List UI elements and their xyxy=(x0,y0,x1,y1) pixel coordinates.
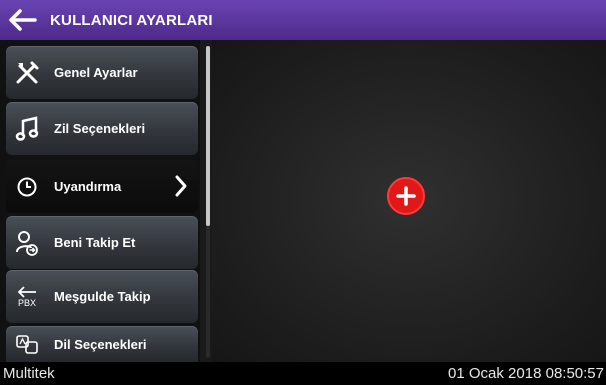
page-title: KULLANICI AYARLARI xyxy=(50,11,213,29)
menu-item-label: Zil Seçenekleri xyxy=(54,121,146,136)
status-bar: Multitek 01 Ocak 2018 08:50:57 xyxy=(0,362,606,385)
settings-menu: Genel Ayarlar Zil Seçenekleri Uyandırma xyxy=(0,40,200,362)
menu-item-label: Meşgulde Takip xyxy=(54,289,151,304)
arrow-left-icon xyxy=(9,9,37,31)
menu-item-busy-forward[interactable]: PBX Meşgulde Takip xyxy=(6,270,198,323)
chevron-right-icon xyxy=(175,175,187,197)
scrollbar-thumb[interactable] xyxy=(206,46,210,226)
brand-label: Multitek xyxy=(3,365,55,382)
menu-item-general-settings[interactable]: Genel Ayarlar xyxy=(6,46,198,99)
pbx-arrow-icon: PBX xyxy=(10,280,44,314)
wake-up-panel xyxy=(212,40,606,362)
user-forward-icon xyxy=(10,226,44,260)
pbx-text: PBX xyxy=(17,297,36,308)
back-button[interactable] xyxy=(0,0,44,40)
menu-item-label: Dil Seçenekleri xyxy=(54,336,147,352)
clock-icon xyxy=(10,170,44,204)
language-icon xyxy=(10,327,44,361)
menu-item-label: Beni Takip Et xyxy=(54,235,136,250)
menu-item-label: Genel Ayarlar xyxy=(54,65,138,80)
music-note-icon xyxy=(10,112,44,146)
menu-item-language-options[interactable]: Dil Seçenekleri xyxy=(6,326,198,362)
menu-item-label: Uyandırma xyxy=(54,179,122,194)
plus-icon xyxy=(396,186,416,206)
menu-item-wake-up[interactable]: Uyandırma xyxy=(6,160,198,213)
header-bar: KULLANICI AYARLARI xyxy=(0,0,606,40)
menu-item-ring-options[interactable]: Zil Seçenekleri xyxy=(6,102,198,155)
menu-scrollbar[interactable] xyxy=(206,46,210,358)
menu-item-follow-me[interactable]: Beni Takip Et xyxy=(6,216,198,269)
add-alarm-button[interactable] xyxy=(387,177,425,215)
datetime-label: 01 Ocak 2018 08:50:57 xyxy=(448,365,604,382)
tools-icon xyxy=(10,56,44,90)
